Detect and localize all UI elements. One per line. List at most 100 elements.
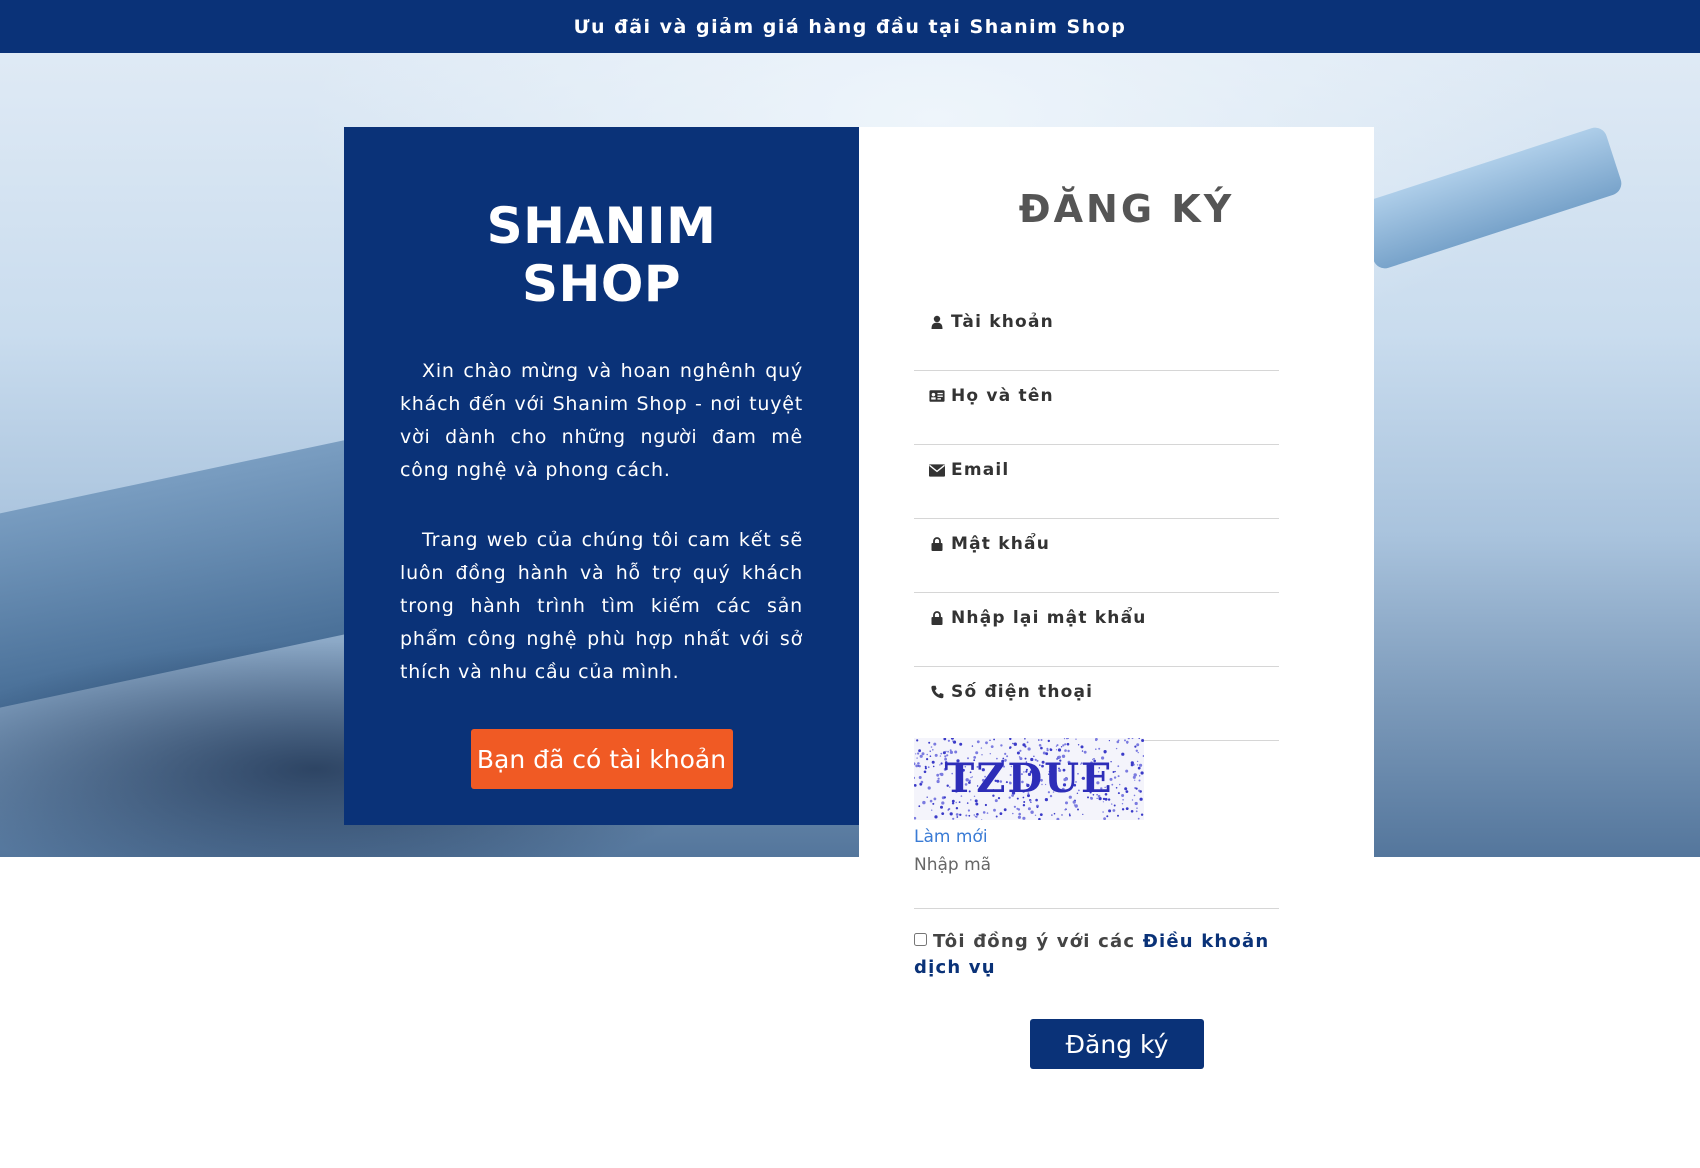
captcha-noise-dot xyxy=(1012,742,1014,745)
captcha-noise-dot xyxy=(1026,741,1029,744)
confirm-password-input[interactable] xyxy=(914,633,1279,663)
captcha-noise-dot xyxy=(1064,808,1066,811)
captcha-noise-dot xyxy=(1113,804,1116,807)
captcha-noise-dot xyxy=(1060,746,1063,748)
fullname-input[interactable] xyxy=(914,411,1279,441)
captcha-noise-dot xyxy=(967,809,970,812)
captcha-noise-dot xyxy=(976,813,979,816)
captcha-noise-dot xyxy=(923,770,927,774)
captcha-noise-dot xyxy=(1022,816,1026,820)
captcha-noise-dot xyxy=(1121,803,1124,805)
email-input[interactable] xyxy=(914,485,1279,515)
captcha-noise-dot xyxy=(1055,745,1058,747)
field-label-text: Nhập lại mật khẩu xyxy=(951,608,1147,628)
captcha-noise-dot xyxy=(955,807,959,810)
captcha-noise-dot xyxy=(954,750,958,754)
captcha-noise-dot xyxy=(915,753,917,755)
captcha-noise-dot xyxy=(1046,747,1049,750)
captcha-noise-dot xyxy=(1125,790,1129,793)
captcha-input[interactable] xyxy=(914,851,1279,879)
commitment-text: Trang web của chúng tôi cam kết sẽ luôn … xyxy=(400,529,803,683)
captcha-noise-dot xyxy=(1030,810,1034,814)
captcha-refresh-link[interactable]: Làm mới xyxy=(914,827,988,847)
form-title: ĐĂNG KÝ xyxy=(1018,187,1235,231)
captcha-noise-dot xyxy=(1136,807,1138,809)
captcha-noise-dot xyxy=(1034,814,1037,816)
captcha-noise-dot xyxy=(930,746,933,748)
captcha-noise-dot xyxy=(939,755,942,757)
captcha-noise-dot xyxy=(917,765,920,767)
captcha-noise-dot xyxy=(920,780,924,784)
captcha-noise-dot xyxy=(941,812,945,815)
captcha-noise-dot xyxy=(914,776,916,779)
captcha-noise-dot xyxy=(976,740,980,744)
captcha-noise-dot xyxy=(1102,811,1104,813)
captcha-noise-dot xyxy=(1038,744,1042,747)
captcha-noise-dot xyxy=(1130,763,1134,767)
captcha-noise-dot xyxy=(1040,746,1043,750)
captcha-noise-dot xyxy=(1136,760,1139,763)
captcha-noise-dot xyxy=(933,797,937,801)
captcha-noise-dot xyxy=(931,809,933,811)
user-icon xyxy=(929,314,945,330)
captcha-noise-dot xyxy=(1142,755,1144,757)
captcha-noise-dot xyxy=(1131,799,1134,801)
background-device-shape xyxy=(1355,124,1625,272)
captcha-noise-dot xyxy=(929,755,932,757)
captcha-noise-dot xyxy=(1022,804,1026,807)
captcha-noise-dot xyxy=(1112,809,1116,812)
captcha-noise-dot xyxy=(1136,743,1140,747)
captcha-noise-dot xyxy=(1077,808,1079,811)
captcha-noise-dot xyxy=(956,816,959,818)
captcha-noise-dot xyxy=(1049,748,1052,750)
captcha-noise-dot xyxy=(999,812,1003,815)
captcha-noise-dot xyxy=(1013,805,1016,808)
captcha-noise-dot xyxy=(1121,752,1125,756)
captcha-field xyxy=(914,851,1279,909)
captcha-noise-dot xyxy=(1095,738,1098,741)
terms-prefix: Tôi đồng ý với các xyxy=(933,931,1136,952)
username-input[interactable] xyxy=(914,337,1279,367)
captcha-noise-dot xyxy=(1138,779,1141,782)
captcha-text: TZDUE xyxy=(944,755,1113,802)
password-input[interactable] xyxy=(914,559,1279,589)
captcha-noise-dot xyxy=(1039,813,1043,816)
captcha-noise-dot xyxy=(1119,783,1121,786)
captcha-noise-dot xyxy=(921,752,925,756)
captcha-noise-dot xyxy=(940,805,943,809)
captcha-noise-dot xyxy=(1137,766,1141,770)
lock-icon xyxy=(929,536,945,552)
captcha-noise-dot xyxy=(975,815,978,818)
email-field: Email xyxy=(914,445,1279,519)
confirm-password-field: Nhập lại mật khẩu xyxy=(914,593,1279,667)
captcha-noise-dot xyxy=(1113,776,1117,779)
captcha-noise-dot xyxy=(993,808,996,812)
terms-checkbox[interactable] xyxy=(914,933,927,946)
captcha-noise-dot xyxy=(947,739,950,742)
captcha-noise-dot xyxy=(932,765,935,768)
captcha-noise-dot xyxy=(928,741,931,744)
captcha-noise-dot xyxy=(1139,797,1143,801)
captcha-noise-dot xyxy=(936,779,940,784)
captcha-noise-dot xyxy=(982,811,986,814)
captcha-noise-dot xyxy=(1139,775,1141,777)
captcha-noise-dot xyxy=(929,799,933,803)
captcha-noise-dot xyxy=(918,805,921,808)
captcha-noise-dot xyxy=(1127,738,1130,740)
captcha-noise-dot xyxy=(939,764,941,766)
captcha-noise-dot xyxy=(914,762,916,766)
captcha-noise-dot xyxy=(1003,808,1007,812)
captcha-noise-dot xyxy=(1065,738,1069,740)
promo-banner: Ưu đãi và giảm giá hàng đầu tại Shanim S… xyxy=(0,0,1700,53)
register-button[interactable]: Đăng ký xyxy=(1030,1019,1204,1069)
captcha-noise-dot xyxy=(968,814,971,817)
have-account-button[interactable]: Bạn đã có tài khoản xyxy=(470,729,733,789)
lock-icon xyxy=(929,610,945,626)
captcha-noise-dot xyxy=(1053,812,1056,815)
captcha-noise-dot xyxy=(952,740,954,742)
phone-input[interactable] xyxy=(914,707,1279,737)
captcha-noise-dot xyxy=(1134,801,1138,806)
captcha-noise-dot xyxy=(1064,743,1067,746)
field-label-text: Mật khẩu xyxy=(951,534,1051,554)
captcha-noise-dot xyxy=(1117,775,1120,778)
